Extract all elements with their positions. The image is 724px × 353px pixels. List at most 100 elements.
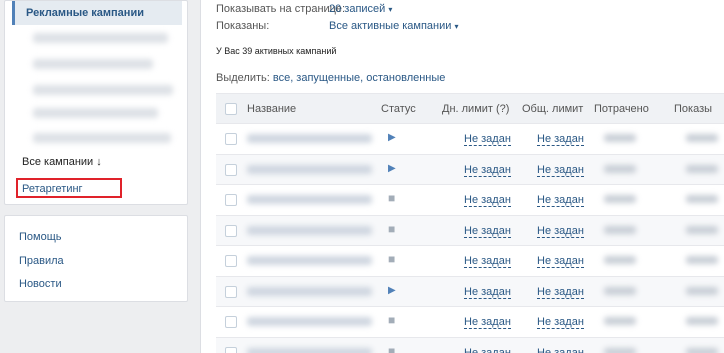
impressions-value bbox=[686, 195, 718, 203]
select-links: Выделить: все, запущенные, остановленные bbox=[216, 72, 445, 84]
spent-value bbox=[604, 225, 636, 234]
table-row[interactable]: ■ Не задан Не задан bbox=[216, 215, 724, 246]
show-label: Показаны: bbox=[216, 20, 270, 32]
table-row[interactable]: ■ Не задан Не задан bbox=[216, 337, 724, 353]
blurred-campaign-link[interactable] bbox=[33, 108, 158, 118]
retargeting-link[interactable]: Ретаргетинг bbox=[16, 178, 122, 198]
spent-value bbox=[604, 317, 636, 325]
total-limit-link[interactable]: Не задан bbox=[537, 316, 584, 329]
spent-value bbox=[604, 256, 636, 264]
table-row[interactable]: ■ Не задан Не задан bbox=[216, 246, 724, 277]
row-checkbox[interactable] bbox=[225, 133, 237, 145]
day-limit-link[interactable]: Не задан bbox=[464, 133, 511, 146]
show-filter-dropdown[interactable]: Все активные кампании ▾ bbox=[329, 20, 459, 32]
row-checkbox[interactable] bbox=[225, 285, 237, 298]
row-checkbox[interactable] bbox=[225, 316, 237, 328]
campaign-name-link[interactable] bbox=[247, 317, 372, 326]
campaigns-panel: Показывать на странице: 20 записей ▾ Пок… bbox=[200, 0, 724, 353]
sidebar-title[interactable]: Рекламные кампании bbox=[12, 1, 182, 25]
impressions-value bbox=[686, 286, 718, 295]
row-checkbox[interactable] bbox=[225, 163, 237, 176]
day-limit-link[interactable]: Не задан bbox=[464, 164, 511, 177]
table-header: Название Статус Дн. лимит (?) Общ. лимит… bbox=[216, 93, 724, 124]
per-page-label: Показывать на странице: bbox=[216, 3, 346, 15]
play-icon[interactable]: ▶ bbox=[388, 132, 396, 143]
row-checkbox[interactable] bbox=[225, 346, 237, 353]
select-options-link[interactable]: все, запущенные, остановленные bbox=[273, 72, 446, 84]
campaign-name-link[interactable] bbox=[247, 225, 372, 235]
day-limit-link[interactable]: Не задан bbox=[464, 255, 511, 268]
impressions-value bbox=[686, 317, 718, 325]
day-limit-link[interactable]: Не задан bbox=[464, 286, 511, 299]
campaign-name-link[interactable] bbox=[247, 195, 372, 204]
column-day-limit[interactable]: Дн. лимит (?) bbox=[442, 103, 509, 115]
impressions-value bbox=[686, 256, 718, 264]
day-limit-link[interactable]: Не задан bbox=[464, 194, 511, 207]
campaign-name-link[interactable] bbox=[247, 256, 372, 265]
rules-link[interactable]: Правила bbox=[19, 255, 64, 267]
news-link[interactable]: Новости bbox=[19, 278, 62, 290]
spent-value bbox=[604, 286, 636, 295]
spent-value bbox=[604, 195, 636, 203]
table-row[interactable]: ▶ Не задан Не задан bbox=[216, 276, 724, 307]
table-row[interactable]: ■ Не задан Не задан bbox=[216, 185, 724, 216]
column-spent[interactable]: Потрачено bbox=[594, 103, 649, 115]
stop-icon[interactable]: ■ bbox=[388, 222, 395, 236]
total-limit-link[interactable]: Не задан bbox=[537, 347, 584, 353]
campaigns-table: Название Статус Дн. лимит (?) Общ. лимит… bbox=[216, 93, 724, 353]
play-icon[interactable]: ▶ bbox=[388, 285, 396, 296]
table-row[interactable]: ■ Не задан Не задан bbox=[216, 307, 724, 338]
spent-value bbox=[604, 134, 636, 142]
spent-value bbox=[604, 347, 636, 353]
campaign-name-link[interactable] bbox=[247, 347, 372, 353]
chevron-down-icon: ▾ bbox=[388, 5, 393, 14]
chevron-down-icon: ▾ bbox=[454, 22, 459, 31]
per-page-value: 20 записей bbox=[329, 3, 386, 15]
column-impressions[interactable]: Показы bbox=[674, 103, 712, 115]
sidebar-campaigns-card: Рекламные кампании Все кампании ↓ Ретарг… bbox=[4, 0, 188, 205]
total-limit-link[interactable]: Не задан bbox=[537, 194, 584, 207]
stop-icon[interactable]: ■ bbox=[388, 252, 395, 266]
total-limit-link[interactable]: Не задан bbox=[537, 255, 584, 268]
impressions-value bbox=[686, 347, 718, 353]
help-link[interactable]: Помощь bbox=[19, 231, 62, 243]
table-row[interactable]: ▶ Не задан Не задан bbox=[216, 154, 724, 185]
day-limit-link[interactable]: Не задан bbox=[464, 225, 511, 238]
blurred-campaign-link[interactable] bbox=[33, 33, 168, 43]
stop-icon[interactable]: ■ bbox=[388, 313, 395, 327]
stop-icon[interactable]: ■ bbox=[388, 191, 395, 205]
row-checkbox[interactable] bbox=[225, 224, 237, 237]
sidebar-help-card: Помощь Правила Новости bbox=[4, 215, 188, 302]
total-limit-link[interactable]: Не задан bbox=[537, 286, 584, 299]
total-limit-link[interactable]: Не задан bbox=[537, 133, 584, 146]
spent-value bbox=[604, 164, 636, 173]
column-total-limit[interactable]: Общ. лимит bbox=[522, 103, 583, 115]
day-limit-link[interactable]: Не задан bbox=[464, 347, 511, 353]
campaign-name-link[interactable] bbox=[247, 164, 372, 174]
select-prefix: Выделить: bbox=[216, 72, 273, 84]
stop-icon[interactable]: ■ bbox=[388, 344, 395, 353]
blurred-campaign-link[interactable] bbox=[33, 133, 171, 143]
blurred-campaign-link[interactable] bbox=[33, 59, 153, 69]
column-status[interactable]: Статус bbox=[381, 103, 416, 115]
row-checkbox[interactable] bbox=[225, 255, 237, 267]
column-name[interactable]: Название bbox=[247, 103, 296, 115]
day-limit-link[interactable]: Не задан bbox=[464, 316, 511, 329]
select-all-checkbox[interactable] bbox=[225, 103, 237, 115]
per-page-dropdown[interactable]: 20 записей ▾ bbox=[329, 3, 392, 15]
total-limit-link[interactable]: Не задан bbox=[537, 164, 584, 177]
table-row[interactable]: ▶ Не задан Не задан bbox=[216, 124, 724, 155]
campaign-name-link[interactable] bbox=[247, 286, 372, 296]
blurred-campaign-link[interactable] bbox=[33, 85, 173, 95]
active-campaigns-count: У Вас 39 активных кампаний bbox=[216, 46, 337, 56]
campaign-name-link[interactable] bbox=[247, 134, 372, 143]
show-filter-value: Все активные кампании bbox=[329, 20, 452, 32]
all-campaigns-link[interactable]: Все кампании ↓ bbox=[22, 156, 102, 168]
total-limit-link[interactable]: Не задан bbox=[537, 225, 584, 238]
impressions-value bbox=[686, 225, 718, 234]
play-icon[interactable]: ▶ bbox=[388, 163, 396, 174]
impressions-value bbox=[686, 134, 718, 142]
table-body: ▶ Не задан Не задан ▶ Не задан Не задан ■ Не за… bbox=[216, 124, 724, 353]
row-checkbox[interactable] bbox=[225, 194, 237, 206]
impressions-value bbox=[686, 164, 718, 173]
